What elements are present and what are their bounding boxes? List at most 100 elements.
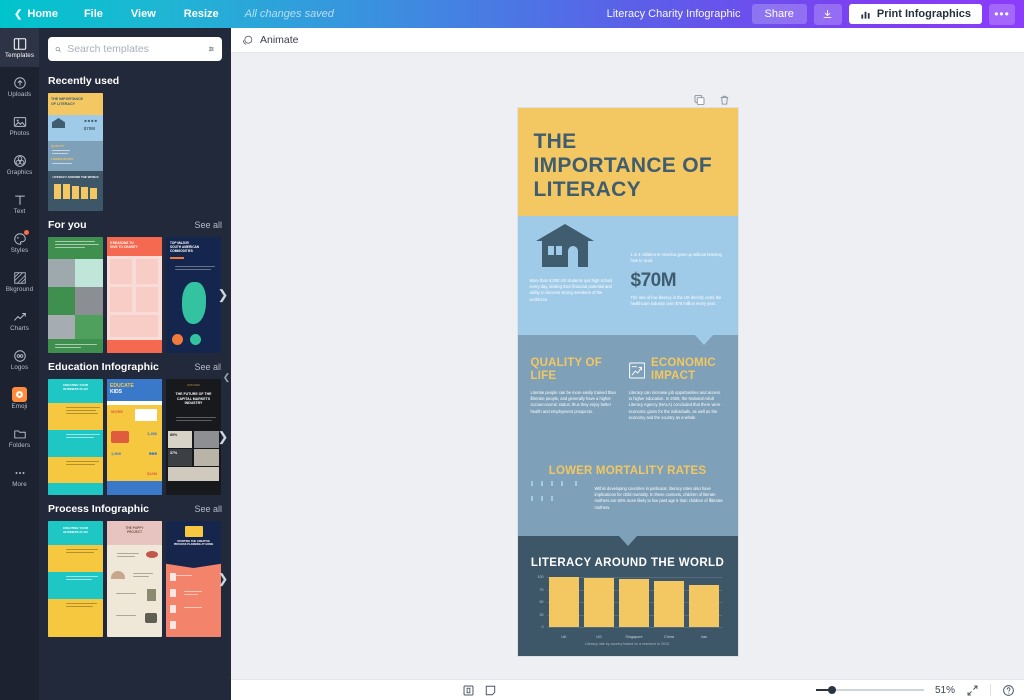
- animate-button[interactable]: Animate: [241, 34, 299, 47]
- mortality-people-graphic: [528, 486, 588, 516]
- process-next-arrow[interactable]: ❯: [215, 565, 231, 593]
- document-title[interactable]: Literacy Charity Infographic: [607, 8, 741, 20]
- notes-button[interactable]: [484, 684, 497, 697]
- download-button[interactable]: [814, 4, 842, 25]
- template-thumb-creative-business[interactable]: STARTING THE CREATIVEPROCESS PLANNING AT…: [166, 521, 221, 637]
- duplicate-page-icon: [693, 94, 705, 106]
- filter-sliders-icon[interactable]: [208, 43, 215, 55]
- editor-main: Animate: [231, 28, 1024, 700]
- zoom-slider[interactable]: [816, 685, 924, 695]
- template-thumb-puppy-project[interactable]: THE PUPPYPROJECT: [107, 521, 162, 637]
- animate-label: Animate: [260, 34, 299, 46]
- menu-view[interactable]: View: [117, 8, 170, 20]
- text-icon: [13, 192, 27, 207]
- poster-chart-section: LITERACY AROUND THE WORLD 100 75 50 25 0: [518, 536, 738, 656]
- x-tick: Iran: [689, 635, 720, 639]
- menu-file[interactable]: File: [70, 8, 117, 20]
- foryou-next-arrow[interactable]: ❯: [215, 281, 231, 309]
- y-tick: 50: [540, 600, 544, 604]
- sidebar-item-logos[interactable]: Logos: [0, 340, 39, 379]
- home-label: Home: [27, 8, 58, 20]
- people-row-graphic: [631, 226, 679, 253]
- section-title: Recently used: [48, 75, 119, 87]
- section-header-education: Education Infographic See all: [48, 361, 222, 373]
- template-thumb-capital-markets[interactable]: OUTLOOK THE FUTURE OF THECAPITAL MARKETS…: [166, 379, 221, 495]
- templates-icon: [13, 36, 27, 51]
- bar-chart-icon: [860, 9, 871, 20]
- see-all-foryou[interactable]: See all: [194, 220, 222, 230]
- sidebar-item-templates[interactable]: Templates: [0, 28, 39, 67]
- fullscreen-icon: [966, 684, 979, 697]
- y-tick: 100: [538, 575, 544, 579]
- sidebar-item-charts[interactable]: Charts: [0, 301, 39, 340]
- sidebar-item-background[interactable]: Bkground: [0, 262, 39, 301]
- economic-impact-block: ECONOMIC IMPACT Literacy can increase jo…: [629, 357, 725, 421]
- sidebar-label-text: Text: [14, 208, 26, 215]
- sidebar-label-emoji: Emoji: [12, 403, 28, 410]
- page-thumbnail-button[interactable]: [462, 684, 475, 697]
- status-bar: 51%: [231, 679, 1024, 700]
- fullscreen-button[interactable]: [966, 684, 979, 697]
- menu-resize[interactable]: Resize: [170, 8, 233, 20]
- bar: [689, 585, 720, 628]
- search-box[interactable]: [48, 37, 222, 61]
- sidebar-item-styles[interactable]: Styles: [0, 223, 39, 262]
- economic-heading: ECONOMIC IMPACT: [651, 357, 725, 383]
- template-thumb-process-business[interactable]: CREATING YOURBUSINESS PLAN: [48, 521, 103, 637]
- quality-text: Literate people can be more easily train…: [531, 390, 618, 415]
- zoom-slider-knob[interactable]: [828, 686, 836, 694]
- print-infographics-button[interactable]: Print Infographics: [849, 4, 982, 24]
- see-all-education[interactable]: See all: [194, 362, 222, 372]
- sidebar-item-more[interactable]: More: [0, 457, 39, 496]
- sidebar-item-text[interactable]: Text: [0, 184, 39, 223]
- home-button[interactable]: ❮ Home: [0, 8, 70, 20]
- see-all-process[interactable]: See all: [194, 504, 222, 514]
- top-toolbar-right: Literacy Charity Infographic Share Print…: [607, 4, 1024, 25]
- mortality-heading: LOWER MORTALITY RATES: [528, 465, 728, 478]
- education-next-arrow[interactable]: ❯: [215, 423, 231, 451]
- left-icon-rail: Templates Uploads Photos Graphics: [0, 28, 39, 700]
- section-header-process: Process Infographic See all: [48, 503, 222, 515]
- status-divider: [990, 684, 991, 696]
- sidebar-item-emoji[interactable]: Emoji: [0, 379, 39, 418]
- quality-of-life-block: QUALITY OF LIFE Literate people can be m…: [531, 357, 618, 421]
- poster-header[interactable]: THE IMPORTANCE OF LITERACY: [518, 108, 738, 216]
- more-options-button[interactable]: •••: [989, 4, 1015, 25]
- chart-plot-area: [547, 577, 722, 627]
- templates-panel: Recently used THE IMPORTANCEOF LITERACY …: [39, 28, 231, 700]
- foryou-thumb-row: 5 REASONS TOGIVE TO CHARITY TOP MAJORSOU…: [48, 237, 222, 353]
- template-thumb-literacy[interactable]: THE IMPORTANCEOF LITERACY ■■■■ $70M QUAL…: [48, 93, 103, 211]
- sidebar-item-graphics[interactable]: Graphics: [0, 145, 39, 184]
- collapse-panel-button[interactable]: ❮: [221, 358, 231, 396]
- chart-bars: [547, 577, 722, 627]
- template-thumb-south-america[interactable]: TOP MAJORSOUTH AMERICANCOMMODITIES: [166, 237, 221, 353]
- chart-line-icon: [13, 309, 27, 324]
- section-header-foryou: For you See all: [48, 219, 222, 231]
- print-label: Print Infographics: [877, 8, 971, 20]
- search-input[interactable]: [67, 43, 202, 55]
- design-canvas-page[interactable]: THE IMPORTANCE OF LITERACY: [518, 108, 738, 656]
- template-thumb-business-plan[interactable]: CREATING YOURBUSINESS PLAN: [48, 379, 103, 495]
- x-tick: China: [654, 635, 685, 639]
- share-button[interactable]: Share: [752, 4, 807, 24]
- sidebar-label-background: Bkground: [6, 286, 33, 293]
- sidebar-item-photos[interactable]: Photos: [0, 106, 39, 145]
- notes-icon: [484, 684, 497, 697]
- money-stat-text: The rate of low literacy in the US direc…: [631, 295, 729, 307]
- sidebar-item-folders[interactable]: Folders: [0, 418, 39, 457]
- template-thumb-charity-reasons[interactable]: 5 REASONS TOGIVE TO CHARITY: [107, 237, 162, 353]
- templates-scroll[interactable]: Recently used THE IMPORTANCEOF LITERACY …: [39, 67, 231, 700]
- canvas-area[interactable]: THE IMPORTANCE OF LITERACY: [231, 53, 1024, 679]
- template-thumb-educate-kids[interactable]: EDUCATEKIDS MORE 1,456 1,900 ■■■ $12M: [107, 379, 162, 495]
- x-tick: US: [584, 635, 615, 639]
- poster-stats-section: More than 8,000 US students quit high sc…: [518, 216, 738, 335]
- chart-bar-item: [619, 577, 650, 627]
- sidebar-item-uploads[interactable]: Uploads: [0, 67, 39, 106]
- template-thumb-green-photo[interactable]: [48, 237, 103, 353]
- help-button[interactable]: [1002, 684, 1015, 697]
- download-icon: [822, 9, 833, 20]
- background-icon: [13, 270, 27, 285]
- literacy-bar-chart: 100 75 50 25 0: [532, 577, 724, 639]
- section-title: Process Infographic: [48, 503, 149, 515]
- bar: [654, 581, 685, 627]
